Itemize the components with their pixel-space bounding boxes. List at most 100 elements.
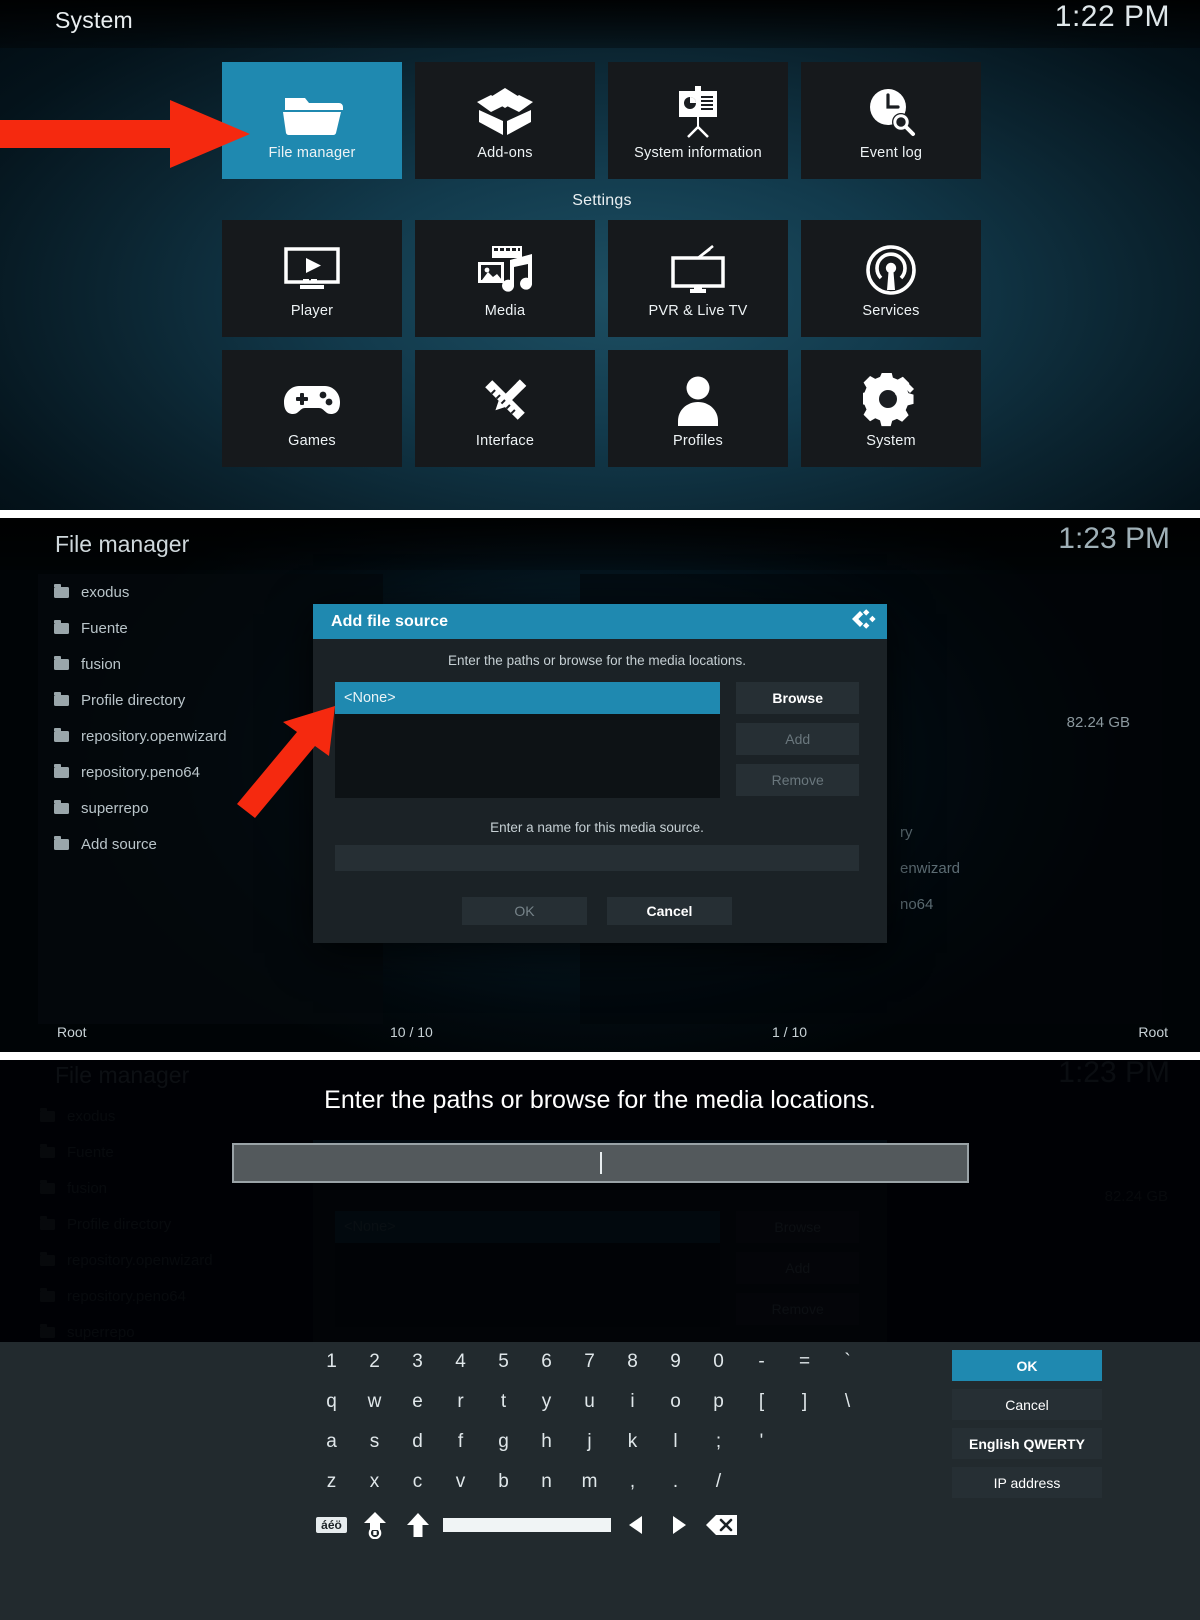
space-bar-glyph [442,1518,611,1532]
cursor-left-icon[interactable] [614,1514,657,1536]
tile-games[interactable]: Games [222,350,402,467]
key-6[interactable]: 6 [525,1351,568,1373]
remove-button[interactable]: Remove [736,764,859,796]
shift-icon[interactable] [396,1512,439,1538]
keyboard-cancel-button[interactable]: Cancel [952,1389,1102,1420]
add-file-source-dialog: Add file source Enter the paths or brows… [313,604,887,943]
folder-icon [40,1144,55,1158]
key-o[interactable]: o [654,1391,697,1413]
path-list-selected-item[interactable]: <None> [335,682,721,714]
key-x[interactable]: x [353,1471,396,1493]
key-i[interactable]: i [611,1391,654,1413]
key-s[interactable]: s [353,1431,396,1453]
key-equals[interactable]: = [783,1351,826,1373]
key-l[interactable]: l [654,1431,697,1453]
list-item-label: repository.openwizard [81,727,227,745]
key-w[interactable]: w [353,1391,396,1413]
folder-icon [54,835,69,850]
background-list-item: repository.peno64 [67,1288,186,1305]
key-r[interactable]: r [439,1391,482,1413]
key-e[interactable]: e [396,1391,439,1413]
key-bracket-right[interactable]: ] [783,1391,826,1413]
cancel-button[interactable]: Cancel [607,897,732,925]
source-name-input[interactable] [335,845,859,871]
key-period[interactable]: . [654,1471,697,1493]
keyboard-ok-button[interactable]: OK [952,1350,1102,1381]
key-k[interactable]: k [611,1431,654,1453]
key-h[interactable]: h [525,1431,568,1453]
tile-player[interactable]: Player [222,220,402,337]
backspace-icon[interactable] [700,1513,743,1537]
tile-profiles[interactable]: Profiles [608,350,788,467]
key-1[interactable]: 1 [310,1351,353,1373]
key-apostrophe[interactable]: ' [740,1431,783,1453]
tile-media[interactable]: Media [415,220,595,337]
key-backslash[interactable]: \ [826,1391,869,1413]
keyboard-row-special: áéö [310,1502,880,1548]
keyboard-ip-address-button[interactable]: IP address [952,1467,1102,1498]
file-manager-screen: File manager 1:23 PM exodus Fuente fusio… [0,518,1200,1058]
key-v[interactable]: v [439,1471,482,1493]
key-slash[interactable]: / [697,1471,740,1493]
key-g[interactable]: g [482,1431,525,1453]
key-z[interactable]: z [310,1471,353,1493]
path-list[interactable]: <None> [335,682,721,798]
key-n[interactable]: n [525,1471,568,1493]
tile-services[interactable]: Services [801,220,981,337]
folder-icon [54,583,69,598]
tile-system[interactable]: System [801,350,981,467]
settings-row-2: Games Interface Profiles System [222,350,982,467]
keyboard-text-input[interactable] [232,1143,969,1183]
key-b[interactable]: b [482,1471,525,1493]
key-7[interactable]: 7 [568,1351,611,1373]
key-comma[interactable]: , [611,1471,654,1493]
key-backtick[interactable]: ` [826,1351,869,1373]
key-9[interactable]: 9 [654,1351,697,1373]
key-5[interactable]: 5 [482,1351,525,1373]
tile-add-ons[interactable]: Add-ons [415,62,595,179]
key-m[interactable]: m [568,1471,611,1493]
key-f[interactable]: f [439,1431,482,1453]
list-item[interactable]: enwizard [880,850,960,886]
space-key[interactable] [439,1518,614,1532]
list-item[interactable]: ry [880,814,960,850]
key-semicolon[interactable]: ; [697,1431,740,1453]
tile-event-log[interactable]: Event log [801,62,981,179]
key-q[interactable]: q [310,1391,353,1413]
key-y[interactable]: y [525,1391,568,1413]
key-minus[interactable]: - [740,1351,783,1373]
keyboard-layout-button[interactable]: English QWERTY [952,1428,1102,1459]
key-c[interactable]: c [396,1471,439,1493]
key-d[interactable]: d [396,1431,439,1453]
key-u[interactable]: u [568,1391,611,1413]
keyboard-key-grid: 1 2 3 4 5 6 7 8 9 0 - = ` q w e r t y u … [310,1342,880,1548]
status-bar: Root 10 / 10 1 / 10 Root [0,1024,1200,1054]
key-t[interactable]: t [482,1391,525,1413]
key-8[interactable]: 8 [611,1351,654,1373]
accent-key[interactable]: áéö [310,1517,353,1533]
list-item[interactable]: no64 [880,886,960,922]
browse-button[interactable]: Browse [736,682,859,714]
add-button[interactable]: Add [736,723,859,755]
background-page-title: File manager [55,1062,190,1088]
list-item-label: repository.peno64 [81,763,200,781]
key-3[interactable]: 3 [396,1351,439,1373]
caps-lock-icon[interactable] [353,1511,396,1539]
background-selected-path: <None> [335,1211,721,1243]
system-menu-screen: System 1:22 PM File manager Add-ons Syst… [0,0,1200,510]
key-2[interactable]: 2 [353,1351,396,1373]
tile-system-information[interactable]: System information [608,62,788,179]
list-item-label: superrepo [81,799,149,817]
key-a[interactable]: a [310,1431,353,1453]
key-bracket-left[interactable]: [ [740,1391,783,1413]
tile-label: Player [290,302,334,319]
tile-pvr-live-tv[interactable]: PVR & Live TV [608,220,788,337]
ok-button[interactable]: OK [462,897,587,925]
key-4[interactable]: 4 [439,1351,482,1373]
background-add-button: Add [736,1252,859,1284]
key-j[interactable]: j [568,1431,611,1453]
cursor-right-icon[interactable] [657,1514,700,1536]
key-p[interactable]: p [697,1391,740,1413]
key-0[interactable]: 0 [697,1351,740,1373]
tile-interface[interactable]: Interface [415,350,595,467]
